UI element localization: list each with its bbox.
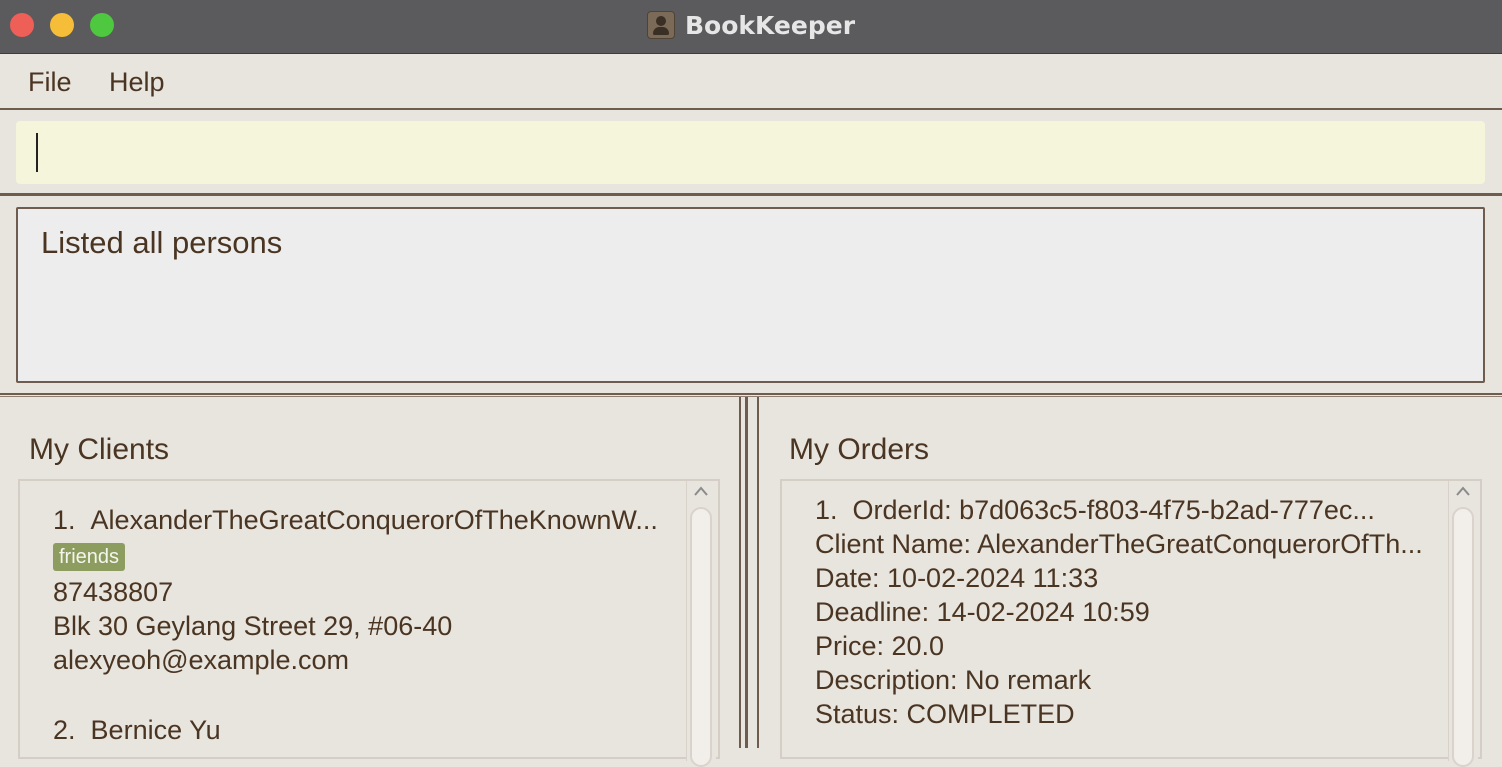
command-box-container xyxy=(0,110,1502,196)
order-index: 1. xyxy=(815,495,838,525)
client-tag: friends xyxy=(53,543,126,571)
orders-panel-title: My Orders xyxy=(789,433,930,466)
order-id: OrderId: b7d063c5-f803-4f75-b2ad-777ec..… xyxy=(852,495,1375,525)
order-date: Date: 10-02-2024 11:33 xyxy=(815,563,1099,593)
panel-splitter[interactable] xyxy=(739,397,757,748)
scroll-up-icon[interactable] xyxy=(693,485,709,497)
text-caret xyxy=(36,133,38,172)
client-name-line: 1. AlexanderTheGreatConquerorOfTheKnownW… xyxy=(53,503,658,537)
client-name: Bernice Yu xyxy=(90,715,221,745)
scroll-thumb[interactable] xyxy=(1452,507,1474,767)
order-client-name: Client Name: AlexanderTheGreatConquerorO… xyxy=(815,529,1423,559)
order-id-line: 1. OrderId: b7d063c5-f803-4f75-b2ad-777e… xyxy=(815,493,1423,527)
client-card[interactable]: 2. Bernice Yu xyxy=(53,713,221,747)
client-address: Blk 30 Geylang Street 29, #06-40 xyxy=(53,611,453,641)
window-title: BookKeeper xyxy=(684,10,856,40)
order-price: Price: 20.0 xyxy=(815,631,945,661)
menu-bar: File Help xyxy=(0,54,1502,110)
title-bar: BookKeeper xyxy=(0,0,1502,54)
client-list-scrollbar[interactable] xyxy=(686,481,716,767)
result-display: Listed all persons xyxy=(16,207,1485,383)
menu-help[interactable]: Help xyxy=(109,67,165,98)
order-deadline: Deadline: 14-02-2024 10:59 xyxy=(815,597,1150,627)
scroll-thumb[interactable] xyxy=(690,507,712,767)
result-message: Listed all persons xyxy=(41,225,283,260)
menu-file[interactable]: File xyxy=(28,67,72,98)
clients-panel: My Clients 1. AlexanderTheGreatConqueror… xyxy=(0,397,739,767)
orders-panel: My Orders 1. OrderId: b7d063c5-f803-4f75… xyxy=(757,397,1502,767)
client-card[interactable]: 1. AlexanderTheGreatConquerorOfTheKnownW… xyxy=(53,503,658,677)
order-status: Status: COMPLETED xyxy=(815,699,1075,729)
order-description: Description: No remark xyxy=(815,665,1092,695)
command-input[interactable] xyxy=(16,121,1485,184)
client-email: alexyeoh@example.com xyxy=(53,645,350,675)
window-title-group: BookKeeper xyxy=(0,0,1502,50)
order-list[interactable]: 1. OrderId: b7d063c5-f803-4f75-b2ad-777e… xyxy=(780,479,1482,767)
client-phone: 87438807 xyxy=(53,577,174,607)
client-list[interactable]: 1. AlexanderTheGreatConquerorOfTheKnownW… xyxy=(18,479,720,767)
client-name: AlexanderTheGreatConquerorOfTheKnownW... xyxy=(90,505,658,535)
app-contact-icon xyxy=(646,11,675,39)
client-index: 2. xyxy=(53,715,76,745)
clients-panel-title: My Clients xyxy=(29,433,170,466)
client-index: 1. xyxy=(53,505,76,535)
order-card[interactable]: 1. OrderId: b7d063c5-f803-4f75-b2ad-777e… xyxy=(815,493,1423,731)
client-name-line: 2. Bernice Yu xyxy=(53,713,221,747)
scroll-up-icon[interactable] xyxy=(1455,485,1471,497)
order-list-scrollbar[interactable] xyxy=(1448,481,1478,767)
